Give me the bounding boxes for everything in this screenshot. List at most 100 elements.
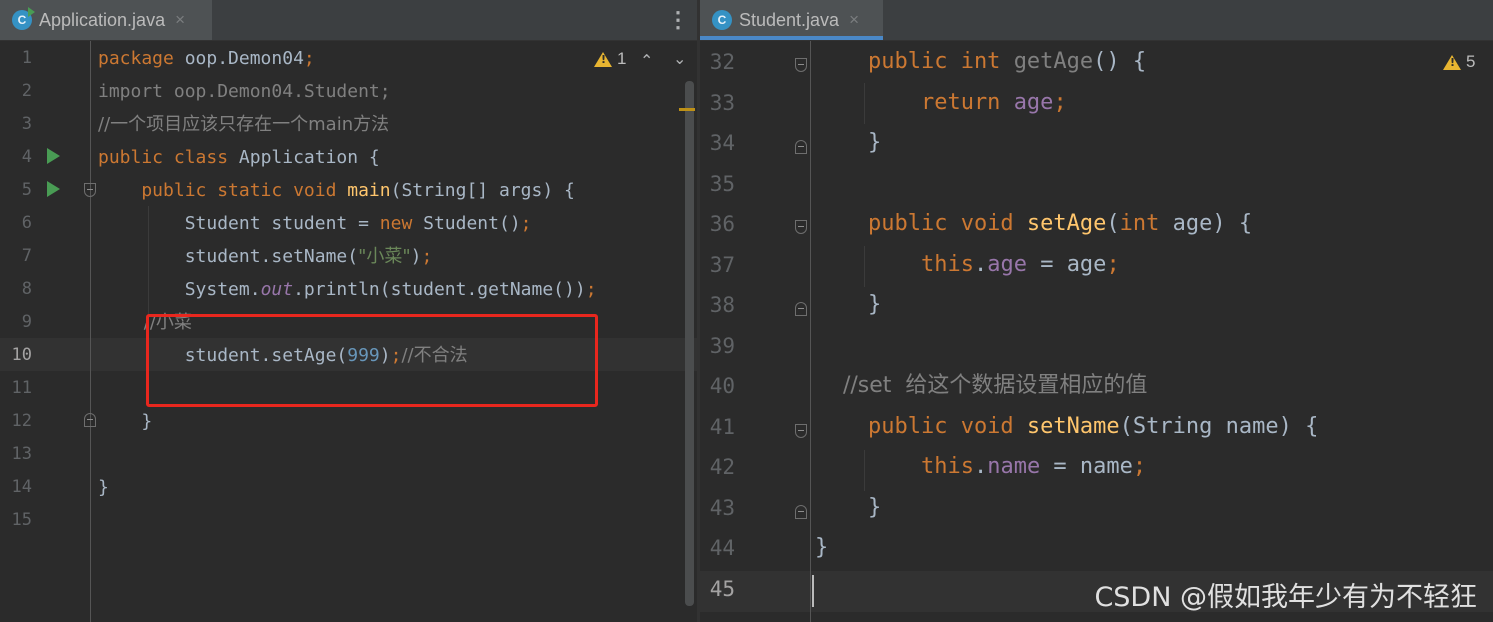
code-line[interactable]: 6 Student student = new Student(); bbox=[0, 207, 697, 240]
code-line[interactable]: 1 package oop.Demon04; bbox=[0, 42, 697, 75]
code-token: setName bbox=[1026, 413, 1120, 439]
more-options-icon[interactable]: ⋮ bbox=[667, 0, 689, 40]
code-token: this bbox=[815, 454, 974, 479]
code-token: (String name) { bbox=[1119, 413, 1319, 439]
code-line[interactable]: 38 } bbox=[700, 285, 1493, 326]
fold-close-icon[interactable] bbox=[795, 140, 807, 154]
code-line[interactable]: 15 bbox=[0, 504, 697, 537]
fold-open-icon[interactable] bbox=[795, 58, 807, 72]
code-line[interactable]: 2 import oop.Demon04.Student; bbox=[0, 75, 697, 108]
code-token: ; bbox=[520, 213, 532, 234]
code-token: } bbox=[815, 535, 829, 560]
fold-close-icon[interactable] bbox=[795, 505, 807, 519]
code-token: . bbox=[973, 251, 988, 277]
line-number: 44 bbox=[709, 536, 735, 560]
fold-open-icon[interactable] bbox=[795, 220, 807, 234]
line-number: 39 bbox=[709, 333, 735, 358]
warning-icon bbox=[1443, 54, 1461, 70]
code-token: oop.Demon04 bbox=[184, 48, 304, 69]
code-line[interactable]: 14} bbox=[0, 471, 697, 504]
code-token: //set 给这个数据设置相应的值 bbox=[815, 373, 1148, 398]
line-number: 36 bbox=[709, 212, 735, 236]
tab-application-java[interactable]: C Application.java × bbox=[0, 0, 212, 40]
next-highlight-icon[interactable]: ⌄ bbox=[673, 49, 686, 68]
line-number: 42 bbox=[709, 455, 735, 479]
code-line[interactable]: 7 student.setName("小菜"); bbox=[0, 240, 697, 273]
code-token: ; bbox=[421, 246, 433, 267]
code-line[interactable]: 41 public void setName(String name) { bbox=[700, 407, 1493, 448]
close-tab-icon[interactable]: × bbox=[175, 10, 185, 30]
code-token: age bbox=[1013, 89, 1054, 115]
code-line[interactable]: 37 this.age = age; bbox=[700, 245, 1493, 286]
fold-close-icon[interactable] bbox=[795, 302, 807, 316]
vertical-scrollbar[interactable] bbox=[685, 81, 694, 606]
code-text: package oop.Demon04; bbox=[98, 42, 315, 75]
code-text: public int getAge() { bbox=[815, 42, 1146, 83]
code-line[interactable]: 32 public int getAge() { bbox=[700, 42, 1493, 83]
line-number: 1 bbox=[21, 48, 32, 68]
line-number: 41 bbox=[709, 414, 735, 439]
line-number: 32 bbox=[709, 50, 735, 74]
code-token: public void bbox=[815, 211, 1027, 236]
code-line[interactable]: 44} bbox=[700, 528, 1493, 569]
line-number: 12 bbox=[11, 411, 32, 431]
code-token: //一个项目应该只存在一个main方法 bbox=[98, 114, 390, 135]
code-line[interactable]: 33 return age; bbox=[700, 83, 1493, 124]
warning-stripe-marker[interactable] bbox=[679, 108, 695, 111]
line-number: 9 bbox=[21, 312, 32, 332]
code-text: } bbox=[98, 471, 109, 504]
code-token: package bbox=[98, 48, 185, 69]
code-token: ; bbox=[1053, 89, 1067, 115]
close-tab-icon[interactable]: × bbox=[849, 10, 859, 30]
code-token: Student() bbox=[423, 213, 521, 234]
code-line[interactable]: 5 public static void main(String[] args)… bbox=[0, 174, 697, 207]
code-line[interactable]: 40 //set 给这个数据设置相应的值 bbox=[700, 366, 1493, 407]
fold-open-icon[interactable] bbox=[84, 183, 96, 197]
code-text: import oop.Demon04.Student; bbox=[98, 75, 391, 108]
text-caret bbox=[812, 575, 814, 607]
run-class-icon[interactable] bbox=[47, 148, 60, 164]
code-token: ; bbox=[1132, 454, 1147, 479]
code-line[interactable]: 34 } bbox=[700, 123, 1493, 164]
code-token: public class bbox=[98, 147, 239, 168]
code-token: main bbox=[347, 180, 391, 201]
code-line[interactable]: 12 } bbox=[0, 405, 697, 438]
line-number: 35 bbox=[709, 171, 735, 196]
csdn-watermark: CSDN @假如我年少有为不轻狂 bbox=[1094, 582, 1477, 613]
code-line[interactable]: 42 this.name = name; bbox=[700, 447, 1493, 488]
code-token: Application { bbox=[238, 147, 380, 168]
line-number: 6 bbox=[21, 213, 32, 233]
line-number: 38 bbox=[709, 293, 735, 317]
code-line[interactable]: 36 public void setAge(int age) { bbox=[700, 204, 1493, 245]
code-line[interactable]: 35 bbox=[700, 164, 1493, 205]
code-line[interactable]: 3 //一个项目应该只存在一个main方法 bbox=[0, 108, 697, 141]
code-token: ; bbox=[303, 48, 315, 69]
right-code-editor[interactable]: 32 public int getAge() {33 return age; 34… bbox=[700, 41, 1493, 622]
code-line[interactable]: 4 public class Application { bbox=[0, 141, 697, 174]
previous-highlight-icon[interactable]: ⌃ bbox=[640, 51, 653, 70]
code-text: } bbox=[815, 528, 828, 569]
code-line[interactable]: 43 } bbox=[700, 488, 1493, 529]
code-line[interactable]: 39 bbox=[700, 326, 1493, 367]
right-editor-pane: C Student.java × 32 public int getAge() … bbox=[700, 0, 1493, 622]
code-text: System.out.println(student.getName()); bbox=[98, 273, 597, 306]
line-number: 7 bbox=[21, 246, 32, 266]
code-line[interactable]: 8 System.out.println(student.getName()); bbox=[0, 273, 697, 306]
line-number: 4 bbox=[21, 147, 32, 167]
code-token: System. bbox=[98, 279, 261, 300]
run-main-icon[interactable] bbox=[47, 181, 60, 197]
left-editor-pane: C Application.java × ⋮ 1 package oop.Demo… bbox=[0, 0, 697, 622]
active-tab-underline bbox=[700, 36, 883, 40]
warnings-indicator[interactable]: 5 bbox=[1443, 52, 1475, 72]
fold-open-icon[interactable] bbox=[795, 424, 807, 438]
code-token: ; bbox=[1106, 251, 1120, 277]
left-code-editor[interactable]: 1 package oop.Demon04; 2 import oop.Demon04… bbox=[0, 41, 697, 622]
warnings-indicator[interactable]: 1 bbox=[594, 49, 626, 69]
code-line[interactable]: 13 bbox=[0, 438, 697, 471]
line-number: 15 bbox=[11, 510, 32, 530]
tab-student-java[interactable]: C Student.java × bbox=[700, 0, 883, 40]
line-number: 43 bbox=[709, 495, 735, 520]
code-token: return bbox=[815, 89, 1014, 115]
fold-close-icon[interactable] bbox=[84, 413, 96, 427]
code-token: () { bbox=[1093, 49, 1147, 74]
